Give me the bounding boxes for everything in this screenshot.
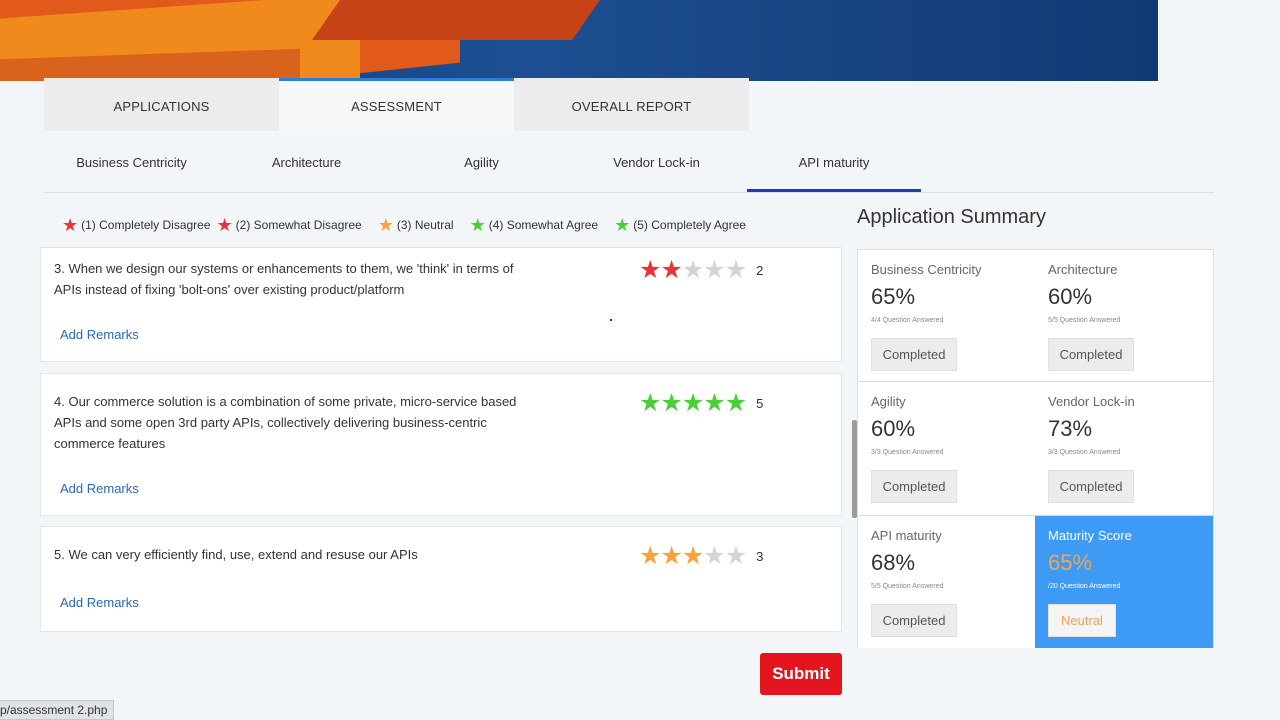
star-rating[interactable]: ★ ★ ★ ★ ★ 2 <box>639 258 763 283</box>
category-name: Maturity Score <box>1048 528 1132 543</box>
legend-item: ★ (5) Completely Agree <box>614 215 746 235</box>
main-tabs: APPLICATIONS ASSESSMENT OVERALL REPORT <box>44 78 749 131</box>
question-text: 4. Our commerce solution is a combinatio… <box>54 394 517 451</box>
category-percent: 65% <box>1048 550 1093 575</box>
add-remarks-link[interactable]: Add Remarks <box>60 595 139 610</box>
category-percent: 60% <box>1048 284 1093 309</box>
tab-assessment[interactable]: ASSESSMENT <box>279 78 514 131</box>
star-icon[interactable]: ★ <box>682 258 704 283</box>
star-icon[interactable]: ★ <box>703 544 725 569</box>
summary-card-agility: Agility 60% 3/3 Question Answered Comple… <box>858 382 1036 516</box>
questions-answered: 5/5 Question Answered <box>1048 317 1121 324</box>
star-rating[interactable]: ★ ★ ★ ★ ★ 5 <box>639 391 763 416</box>
category-name: Agility <box>871 394 906 409</box>
star-rating[interactable]: ★ ★ ★ ★ ★ 3 <box>639 544 763 569</box>
category-name: Business Centricity <box>871 262 982 277</box>
rating-value: 3 <box>756 549 764 564</box>
category-percent: 73% <box>1048 416 1093 441</box>
category-name: Architecture <box>1048 262 1118 277</box>
add-remarks-link[interactable]: Add Remarks <box>60 327 139 342</box>
star-icon: ★ <box>377 215 394 235</box>
submit-button[interactable]: Submit <box>760 653 842 695</box>
summary-card-api-maturity: API maturity 68% 5/5 Question Answered C… <box>858 516 1036 648</box>
star-icon: ★ <box>62 215 79 235</box>
star-icon[interactable]: ★ <box>682 544 704 569</box>
summary-card-architecture: Architecture 60% 5/5 Question Answered C… <box>1035 250 1213 382</box>
star-icon[interactable]: ★ <box>703 391 725 416</box>
rating-legend: ★ (1) Completely Disagree ★ (2) Somewhat D… <box>62 216 752 234</box>
status-button[interactable]: Neutral <box>1048 604 1116 637</box>
legend-item: ★ (3) Neutral <box>377 215 454 235</box>
category-name: API maturity <box>871 528 942 543</box>
tab-overall-report[interactable]: OVERALL REPORT <box>514 78 749 131</box>
subtab-business-centricity[interactable]: Business Centricity <box>44 146 219 191</box>
category-percent: 68% <box>871 550 916 575</box>
subtab-api-maturity[interactable]: API maturity <box>747 146 921 192</box>
tab-applications[interactable]: APPLICATIONS <box>44 78 279 131</box>
summary-title: Application Summary <box>857 206 1046 228</box>
question-text: 3. When we design our systems or enhance… <box>54 261 514 297</box>
category-percent: 65% <box>871 284 916 309</box>
status-button[interactable]: Completed <box>871 470 957 503</box>
star-icon[interactable]: ★ <box>682 391 704 416</box>
status-bar-url: p/assessment 2.php <box>0 700 115 720</box>
summary-card-business-centricity: Business Centricity 65% 4/4 Question Ans… <box>858 250 1036 382</box>
header-banner <box>0 0 1158 81</box>
rating-value: 5 <box>756 396 764 411</box>
category-subtabs: Business Centricity Architecture Agility… <box>44 146 1214 193</box>
add-remarks-link[interactable]: Add Remarks <box>60 481 139 496</box>
question-card: 3. When we design our systems or enhance… <box>40 247 842 362</box>
subtab-architecture[interactable]: Architecture <box>219 146 394 191</box>
question-card: 5. We can very efficiently find, use, ex… <box>40 526 842 632</box>
questions-answered: 4/4 Question Answered <box>871 317 944 324</box>
star-icon[interactable]: ★ <box>660 258 682 283</box>
rating-value: 2 <box>756 263 764 278</box>
status-button[interactable]: Completed <box>1048 470 1134 503</box>
star-icon[interactable]: ★ <box>639 391 661 416</box>
summary-card-vendor-lock-in: Vendor Lock-in 73% 3/3 Question Answered… <box>1035 382 1213 516</box>
star-icon[interactable]: ★ <box>639 544 661 569</box>
star-icon[interactable]: ★ <box>725 544 747 569</box>
question-card: 4. Our commerce solution is a combinatio… <box>40 373 842 516</box>
star-icon[interactable]: ★ <box>639 258 661 283</box>
subtab-agility[interactable]: Agility <box>394 146 569 191</box>
star-icon[interactable]: ★ <box>725 258 747 283</box>
summary-grid: Business Centricity 65% 4/4 Question Ans… <box>857 249 1214 648</box>
status-button[interactable]: Completed <box>871 604 957 637</box>
status-button[interactable]: Completed <box>871 338 957 371</box>
questions-answered: 3/3 Question Answered <box>1048 449 1121 456</box>
star-icon[interactable]: ★ <box>725 391 747 416</box>
questions-answered: 5/5 Question Answered <box>871 583 944 590</box>
summary-card-maturity-score: Maturity Score 65% /20 Question Answered… <box>1035 516 1213 648</box>
question-text: 5. We can very efficiently find, use, ex… <box>54 547 418 562</box>
star-icon[interactable]: ★ <box>660 544 682 569</box>
category-percent: 60% <box>871 416 916 441</box>
legend-item: ★ (1) Completely Disagree <box>62 215 211 235</box>
legend-item: ★ (2) Somewhat Disagree <box>216 215 362 235</box>
subtab-vendor-lock-in[interactable]: Vendor Lock-in <box>569 146 744 191</box>
star-icon[interactable]: ★ <box>703 258 725 283</box>
dot <box>610 319 612 321</box>
star-icon: ★ <box>216 215 233 235</box>
star-icon: ★ <box>614 215 631 235</box>
questions-answered: 3/3 Question Answered <box>871 449 944 456</box>
questions-answered: /20 Question Answered <box>1048 583 1121 590</box>
category-name: Vendor Lock-in <box>1048 394 1135 409</box>
status-button[interactable]: Completed <box>1048 338 1134 371</box>
star-icon: ★ <box>469 215 486 235</box>
star-icon[interactable]: ★ <box>660 391 682 416</box>
legend-item: ★ (4) Somewhat Agree <box>469 215 599 235</box>
